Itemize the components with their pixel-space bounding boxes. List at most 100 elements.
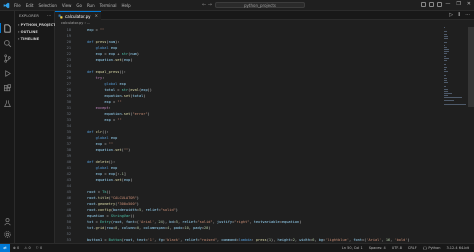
menu-go[interactable]: Go — [76, 3, 82, 8]
minimap-line — [444, 95, 448, 97]
minimap-line — [444, 42, 448, 44]
status-left: ⊗ 0 ⚠ 0 ⚐ 0 — [13, 246, 42, 250]
sidebar-title: EXPLORER — [19, 14, 39, 18]
code-token: def — [87, 70, 96, 74]
code-token: "" — [117, 100, 122, 104]
testing-icon[interactable] — [3, 99, 12, 108]
code-token: justify — [216, 220, 233, 224]
code-token: ] — [123, 172, 126, 176]
toggle-secondary-sidebar-icon[interactable] — [437, 2, 442, 7]
minimap-line — [444, 60, 447, 61]
menu-view[interactable]: View — [62, 3, 72, 8]
minimap-line — [444, 99, 455, 101]
cursor-position[interactable]: Ln 50, Col 1 — [342, 246, 363, 250]
search-icon[interactable] — [3, 39, 12, 48]
code-token: StringVar — [110, 214, 131, 218]
remote-indicator[interactable]: ⇄ — [0, 244, 10, 252]
minimap-line — [444, 49, 450, 50]
code-token: total — [104, 88, 116, 92]
code-token: pady — [193, 226, 202, 230]
menu-edit[interactable]: Edit — [26, 3, 34, 8]
run-debug-icon[interactable] — [3, 69, 12, 78]
section-python-projects[interactable]: › PYTHON_PROJECTS — [18, 23, 58, 27]
tab-calculator-py[interactable]: calculator.py × — [55, 11, 101, 20]
code-token: columnspan — [143, 226, 165, 230]
section-outline[interactable]: › OUTLINE — [18, 30, 38, 34]
minimap-line — [444, 90, 449, 92]
account-icon[interactable] — [3, 217, 12, 226]
code-token: global — [95, 166, 111, 170]
more-actions-icon[interactable]: ··· — [47, 13, 51, 18]
tab-label: calculator.py — [65, 13, 91, 19]
minimap-line — [444, 35, 449, 37]
menu-terminal[interactable]: Terminal — [100, 3, 117, 8]
command-center-search[interactable]: python_projects — [215, 2, 305, 8]
code-token: () — [130, 214, 135, 218]
code-editor[interactable]: 18 exp = "" 19 20 def press(num): 21 global e… — [55, 27, 474, 243]
code-token: equation — [95, 178, 113, 182]
ports-count[interactable]: ⚐ 0 — [36, 246, 42, 250]
code-token: equation — [87, 214, 105, 218]
language-mode[interactable]: {} Python — [423, 246, 441, 250]
line-endings[interactable]: CRLF — [408, 246, 417, 250]
indentation[interactable]: Spaces: 4 — [369, 246, 386, 250]
warnings-count[interactable]: ⚠ 0 — [24, 246, 30, 250]
breadcrumb[interactable]: calculator.py › ... — [61, 21, 90, 25]
toggle-sidebar-icon[interactable] — [421, 2, 426, 7]
status-bar: ⇄ ⊗ 0 ⚠ 0 ⚐ 0 Ln 50, Col 1 Spaces: 4 UTF… — [0, 243, 474, 252]
minimap[interactable] — [444, 27, 466, 167]
code-token: 'bold' — [394, 238, 408, 242]
code-token: "CALCULATOR" — [110, 196, 137, 200]
close-window-button[interactable]: ✕ — [467, 1, 471, 7]
python-interpreter[interactable]: 3.12.4 64-bit — [446, 246, 469, 250]
code-token: delete — [95, 160, 109, 164]
minimap-line — [444, 38, 448, 39]
code-token: command — [221, 238, 237, 242]
menu-run[interactable]: Run — [87, 3, 95, 8]
code-token: relief — [145, 208, 159, 212]
code-token: )) — [147, 88, 152, 92]
code-token: : — [102, 76, 105, 80]
source-control-icon[interactable] — [3, 54, 12, 63]
section-timeline[interactable]: › TIMELINE — [18, 37, 39, 41]
code-token: def — [87, 40, 96, 44]
code-token: relief — [184, 238, 198, 242]
code-token: equation — [95, 58, 113, 62]
minimize-button[interactable]: — — [445, 1, 450, 7]
menu-selection[interactable]: Selection — [38, 3, 56, 8]
code-token: 'lightblue' — [325, 238, 350, 242]
code-token: (): — [119, 70, 126, 74]
code-token: font — [125, 220, 135, 224]
extensions-icon[interactable] — [3, 84, 12, 93]
explorer-files-icon[interactable] — [3, 24, 12, 33]
status-right: Ln 50, Col 1 Spaces: 4 UTF-8 CRLF {} Pyt… — [342, 246, 469, 250]
scroll-thumb[interactable] — [468, 27, 474, 107]
minimap-line — [444, 46, 448, 48]
menu-file[interactable]: File — [14, 3, 21, 8]
nav-arrows[interactable]: ← → — [202, 2, 212, 8]
menu-help[interactable]: Help — [122, 3, 131, 8]
code-token: "solid" — [160, 208, 176, 212]
code-token: global — [95, 136, 111, 140]
code-token: press — [95, 40, 107, 44]
errors-count[interactable]: ⊗ 0 — [13, 246, 19, 250]
vertical-scrollbar[interactable] — [468, 27, 474, 243]
vscode-logo-icon — [3, 2, 10, 8]
manage-gear-icon[interactable] — [3, 230, 12, 239]
run-file-icon[interactable]: ▷ — [449, 12, 453, 18]
code-token: eval — [130, 88, 139, 92]
split-editor-icon[interactable]: ⫴ — [458, 12, 460, 18]
maximize-button[interactable]: ❐ — [456, 1, 460, 7]
editor-area: calculator.py × ▷ ⫴ ··· calculator.py › … — [55, 11, 474, 243]
encoding[interactable]: UTF-8 — [392, 246, 402, 250]
close-tab-icon[interactable]: × — [95, 13, 98, 18]
code-token: () — [106, 190, 111, 194]
toggle-panel-icon[interactable] — [429, 2, 434, 7]
editor-more-icon[interactable]: ··· — [465, 12, 470, 18]
code-token: root — [113, 220, 122, 224]
